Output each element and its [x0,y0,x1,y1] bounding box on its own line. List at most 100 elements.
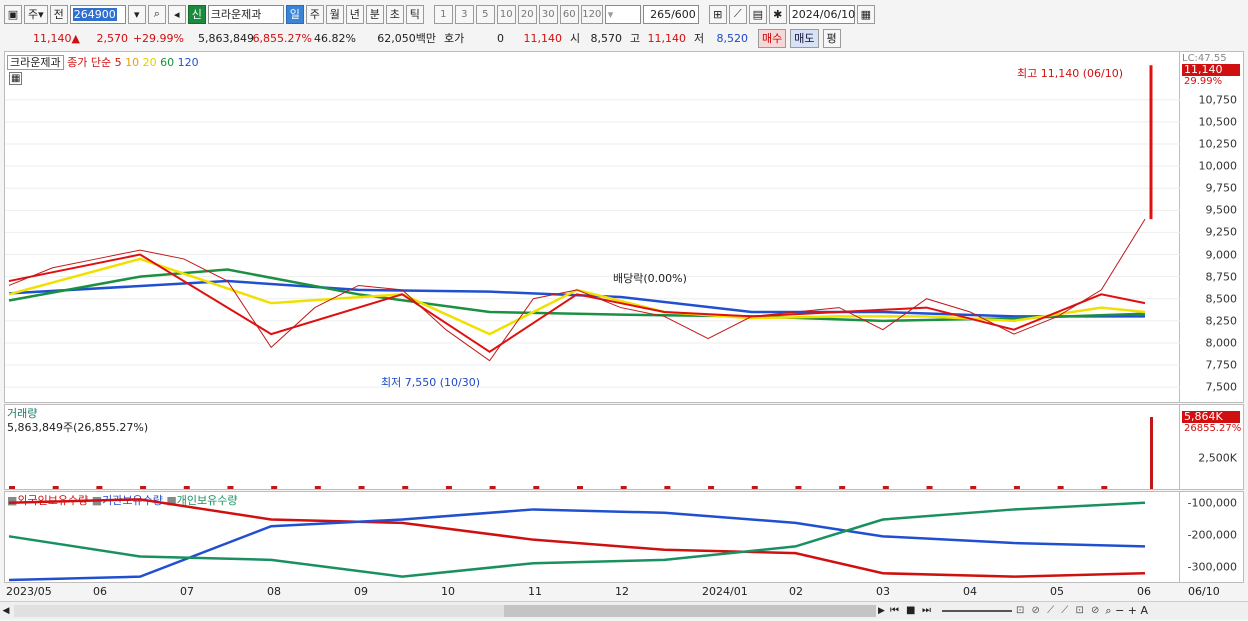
interval-5[interactable]: 5 [475,4,495,24]
scroll-right-icon[interactable]: ▶ [878,606,890,616]
volume-bar [664,486,671,489]
volume-bar [577,486,583,489]
holdings-chart-panel[interactable]: ■외국인보유수량 ■기관보유수량 ■개인보유수량 [4,491,1180,583]
calendar-icon[interactable]: ▦ [856,4,875,24]
volume-pct: 6,855.27% [252,31,312,45]
period-tick[interactable]: 틱 [405,4,424,24]
price-tick: 10,000 [1198,159,1238,173]
volume-bar [708,486,715,489]
draw-tool-icon[interactable]: ⟋ [728,4,747,24]
period-month[interactable]: 월 [325,4,344,24]
volume-bar [533,486,540,489]
interval-3[interactable]: 3 [454,4,474,24]
turnover-pct: 46.82% [314,31,356,45]
low-label: 저 [694,32,705,45]
price-tick: 8,250 [1205,314,1238,328]
high-annotation: 최고 11,140 (06/10) [1017,67,1124,80]
period-second[interactable]: 초 [385,4,404,24]
gear-icon[interactable]: ✱ [768,4,787,24]
high-value: 11,140 [647,31,687,45]
volume-bar [751,486,758,489]
volume-bar [970,486,977,489]
volume-chart-panel[interactable]: 거래량 5,863,849주(26,855.27%) [4,404,1180,490]
volume-bar [839,486,846,489]
period-year[interactable]: 년 [345,4,364,24]
interval-custom-input[interactable]: ▾ [604,4,641,24]
volume-bar [183,486,190,489]
search-icon[interactable]: ⌕ [147,4,166,24]
volume-bar [140,486,147,489]
count-field[interactable]: 265/600 [642,4,699,24]
scroll-left-icon[interactable]: ◀ [0,606,12,616]
volume-pct-tag: 26855.27% [1184,423,1242,434]
pct-tag: 29.99% [1184,76,1223,87]
last-page-icon[interactable]: ⏭ [922,605,938,616]
buy-button[interactable]: 매수 [758,28,787,48]
price-tick: 9,500 [1205,203,1238,217]
period-week[interactable]: 주 [305,4,324,24]
period-minute[interactable]: 분 [365,4,384,24]
price-chart-panel[interactable]: 크라운제과 종가 단순 5 10 20 60 120 ▦ 최고 11,140 (… [4,51,1181,403]
window-icon[interactable]: ▣ [4,4,22,24]
change-value: 2,570 [96,31,129,45]
holdings-tick-2: -200,000 [1187,528,1237,542]
volume-bar [795,486,802,489]
holdings-y-axis: -100,000 -200,000 -300,000 [1180,491,1244,583]
price-tick: 7,500 [1205,380,1238,394]
x-axis-label: 08 [267,585,281,598]
date-input[interactable]: 2024/06/10 [788,4,855,24]
x-axis-label: 07 [180,585,194,598]
volume-bar [314,486,321,489]
period-day[interactable]: 일 [285,4,304,24]
interval-20[interactable]: 20 [517,4,537,24]
prev-button[interactable]: 전 [49,4,68,24]
volume-tick: 2,500K [1198,451,1237,465]
hoga-price: 11,140 [523,31,563,45]
count-value: 265 [650,7,672,21]
zoom-slider[interactable] [942,609,1012,612]
volume-tag: 5,864K [1182,411,1240,423]
interval-1[interactable]: 1 [433,4,453,24]
speaker-icon[interactable]: ◂ [167,4,186,24]
change-pct: +29.99% [132,31,184,45]
price-tick: 8,750 [1205,270,1238,284]
count-max: /600 [671,7,696,21]
price-tick: 8,500 [1205,292,1238,306]
holdings-plot [8,498,1146,582]
price-value: 11,140 [33,31,72,45]
price-tick: 8,000 [1205,336,1238,350]
interval-10[interactable]: 10 [496,4,516,24]
new-badge[interactable]: 신 [187,4,206,24]
low-value: 8,520 [716,31,749,45]
close-line [8,218,1146,362]
volume-bar [9,486,15,489]
type-select[interactable]: 주 ▾ [24,4,48,24]
volume-bar [96,486,103,489]
stock-code-input[interactable]: 264900 [69,4,126,24]
scrollbar-thumb[interactable] [504,604,876,617]
drawing-tools-icon[interactable]: ⊡ ⊘ ⟋ ⟋ ⊡ ⊘ [1016,605,1101,616]
bottom-bar: ◀ ▶ ⏮ ■ ⏭ ⊡ ⊘ ⟋ ⟋ ⊡ ⊘ ⌕ − + A [0,601,1248,619]
chevron-down-icon[interactable]: ▾ [127,4,146,24]
interval-60[interactable]: 60 [559,4,579,24]
volume-bar [926,486,933,489]
save-icon[interactable]: ▤ [748,4,767,24]
first-page-icon[interactable]: ⏮ [890,605,906,616]
x-axis-right-label: 06/10 [1188,585,1220,598]
scrollbar-track[interactable] [14,604,876,617]
interval-30[interactable]: 30 [538,4,558,24]
holdings-tick-1: -100,000 [1187,496,1237,510]
zoom-icon[interactable]: ⌕ − + A [1105,604,1148,618]
sell-button[interactable]: 매도 [790,28,819,48]
price-y-axis: LC:47.55 11,140 29.99% 10,750 10,500 10,25… [1180,51,1244,403]
open-value: 8,570 [590,31,623,45]
price-tick: 10,500 [1198,115,1238,129]
interval-120[interactable]: 120 [580,4,603,24]
price-tick: 7,750 [1205,358,1238,372]
high-label: 고 [630,32,641,45]
stop-icon[interactable]: ■ [906,605,922,616]
trade-amount: 62,050백만 [377,32,436,45]
candle-tool-icon[interactable]: ⊞ [708,4,727,24]
x-axis-label: 2024/01 [702,585,748,598]
avg-button[interactable]: 평 [822,28,841,48]
